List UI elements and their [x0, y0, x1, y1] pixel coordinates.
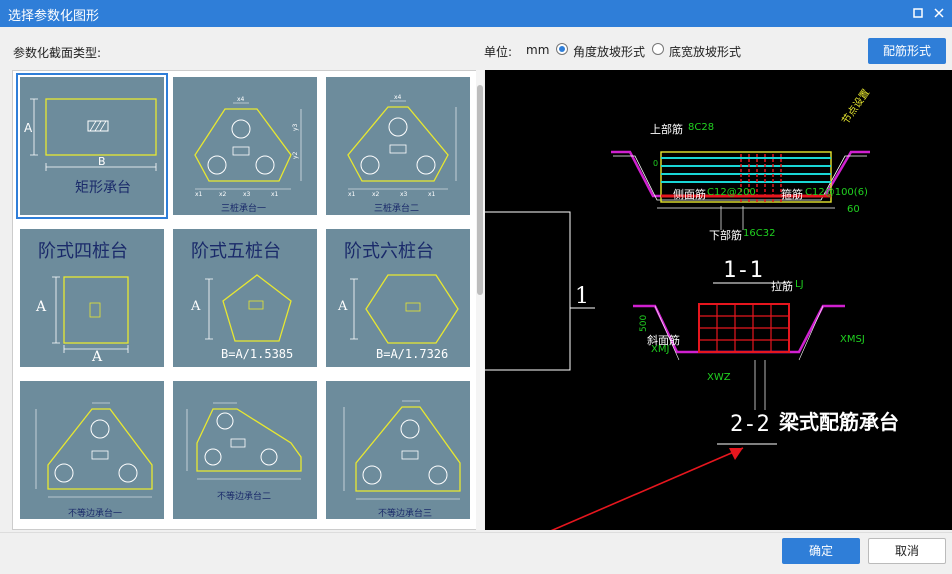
rebar-form-button[interactable]: 配筋形式	[868, 38, 946, 64]
side-rebar-label: 侧面筋	[673, 188, 706, 201]
shape-name: 阶式四桩台	[38, 241, 128, 262]
unit-value: mm	[526, 43, 550, 57]
shape-card-unequal-2[interactable]: 不等边承台二	[173, 381, 317, 519]
xmsj-label: XMSJ	[840, 334, 865, 345]
svg-text:x2: x2	[372, 191, 380, 198]
label-a: A	[191, 299, 201, 314]
shape-name: 阶式五桩台	[191, 241, 281, 262]
shape-card-step-four-pile[interactable]: 阶式四桩台 A A	[20, 229, 164, 367]
label-a: A	[36, 299, 47, 315]
shape-name: 矩形承台	[75, 180, 131, 196]
xwz-label: XWZ	[707, 372, 731, 383]
svg-text:y2: y2	[292, 151, 299, 159]
angle-slope-radio[interactable]	[556, 43, 568, 55]
shape-name: 阶式六桩台	[344, 241, 434, 262]
label-b: A	[92, 349, 103, 365]
shape-card-step-six-pile[interactable]: 阶式六桩台 A B=A/1.7326	[326, 229, 470, 367]
shape-card-rectangle[interactable]: A B 矩形承台	[16, 73, 168, 219]
close-icon[interactable]	[930, 4, 948, 22]
dim-0: 0	[653, 159, 658, 168]
shape-card-step-five-pile[interactable]: 阶式五桩台 A B=A/1.5385	[173, 229, 317, 367]
bottom-rebar-value: 16C32	[743, 228, 776, 239]
svg-text:x4: x4	[237, 96, 245, 103]
label-b: B	[98, 155, 106, 168]
shape-name: 不等边承台二	[217, 492, 272, 502]
section-marker-1: 1	[575, 284, 589, 309]
svg-text:x4: x4	[394, 94, 402, 101]
maximize-icon[interactable]	[909, 4, 927, 22]
title-bar: 选择参数化图形	[0, 0, 952, 27]
shape-card-three-pile-2[interactable]: x4 x1 x2 x3 x1 三桩承台二	[326, 77, 470, 215]
bottom-width-slope-radio[interactable]	[652, 43, 664, 55]
tie-bar-label: 拉筋	[771, 280, 793, 293]
footer-divider	[0, 532, 952, 533]
window-title: 选择参数化图形	[8, 9, 100, 24]
shape-card-three-pile-1[interactable]: x4 x1 x2 x3 x1 y3 y2 三桩承台一	[173, 77, 317, 215]
svg-text:x2: x2	[219, 191, 227, 198]
shape-name: 三桩承台一	[221, 204, 267, 214]
preview-caption: 梁式配筋承台	[779, 410, 899, 434]
side-rebar-value: C12@200	[707, 187, 756, 198]
shape-name: 不等边承台三	[378, 509, 433, 519]
svg-text:x1: x1	[195, 191, 203, 198]
preview-drawing: 0	[485, 150, 870, 530]
top-rebar-label: 上部筋	[650, 123, 683, 136]
svg-text:x1: x1	[271, 191, 279, 198]
svg-text:x3: x3	[243, 191, 251, 198]
cancel-button[interactable]: 取消	[868, 538, 946, 564]
formula: B=A/1.5385	[221, 347, 294, 361]
top-rebar-value: 8C28	[688, 122, 715, 133]
bottom-width-slope-label[interactable]: 底宽放坡形式	[669, 43, 741, 60]
shape-name: 不等边承台一	[68, 509, 123, 519]
unit-label: 单位:	[484, 45, 513, 59]
svg-text:x1: x1	[428, 191, 436, 198]
preview-canvas: 0 上部筋 8C28 侧面筋 C12@200 箍筋 C12@100(6) 下部筋…	[485, 70, 952, 530]
section-2-label: 2-2	[730, 412, 770, 437]
dim-60: 60	[847, 204, 860, 215]
stirrup-value: C12@100(6)	[805, 187, 868, 198]
formula: B=A/1.7326	[376, 347, 449, 361]
dim-500: 500	[639, 314, 649, 332]
section-type-label: 参数化截面类型:	[13, 46, 102, 60]
bottom-rebar-label: 下部筋	[709, 229, 742, 242]
shape-name: 三桩承台二	[374, 204, 420, 214]
shape-list-scrollbar[interactable]	[476, 70, 484, 530]
angle-slope-label[interactable]: 角度放坡形式	[573, 43, 645, 60]
tie-bar-value: LJ	[795, 279, 804, 290]
label-a: A	[338, 299, 348, 314]
svg-text:y3: y3	[292, 123, 299, 131]
svg-text:x3: x3	[400, 191, 408, 198]
shape-list: A B 矩形承台 x4 x1 x2 x3 x1 y3 y2 三桩承台一 x4 x…	[12, 70, 484, 530]
ok-button[interactable]: 确定	[782, 538, 860, 564]
svg-text:x1: x1	[348, 191, 356, 198]
slope-rebar-value: XMJ	[651, 344, 670, 355]
label-a: A	[24, 121, 33, 135]
shape-card-unequal-1[interactable]: 不等边承台一	[20, 381, 164, 519]
stirrup-label: 箍筋	[781, 188, 803, 201]
section-1-label: 1-1	[723, 258, 763, 283]
shape-card-unequal-3[interactable]: 不等边承台三	[326, 381, 470, 519]
scroll-thumb[interactable]	[477, 85, 483, 295]
